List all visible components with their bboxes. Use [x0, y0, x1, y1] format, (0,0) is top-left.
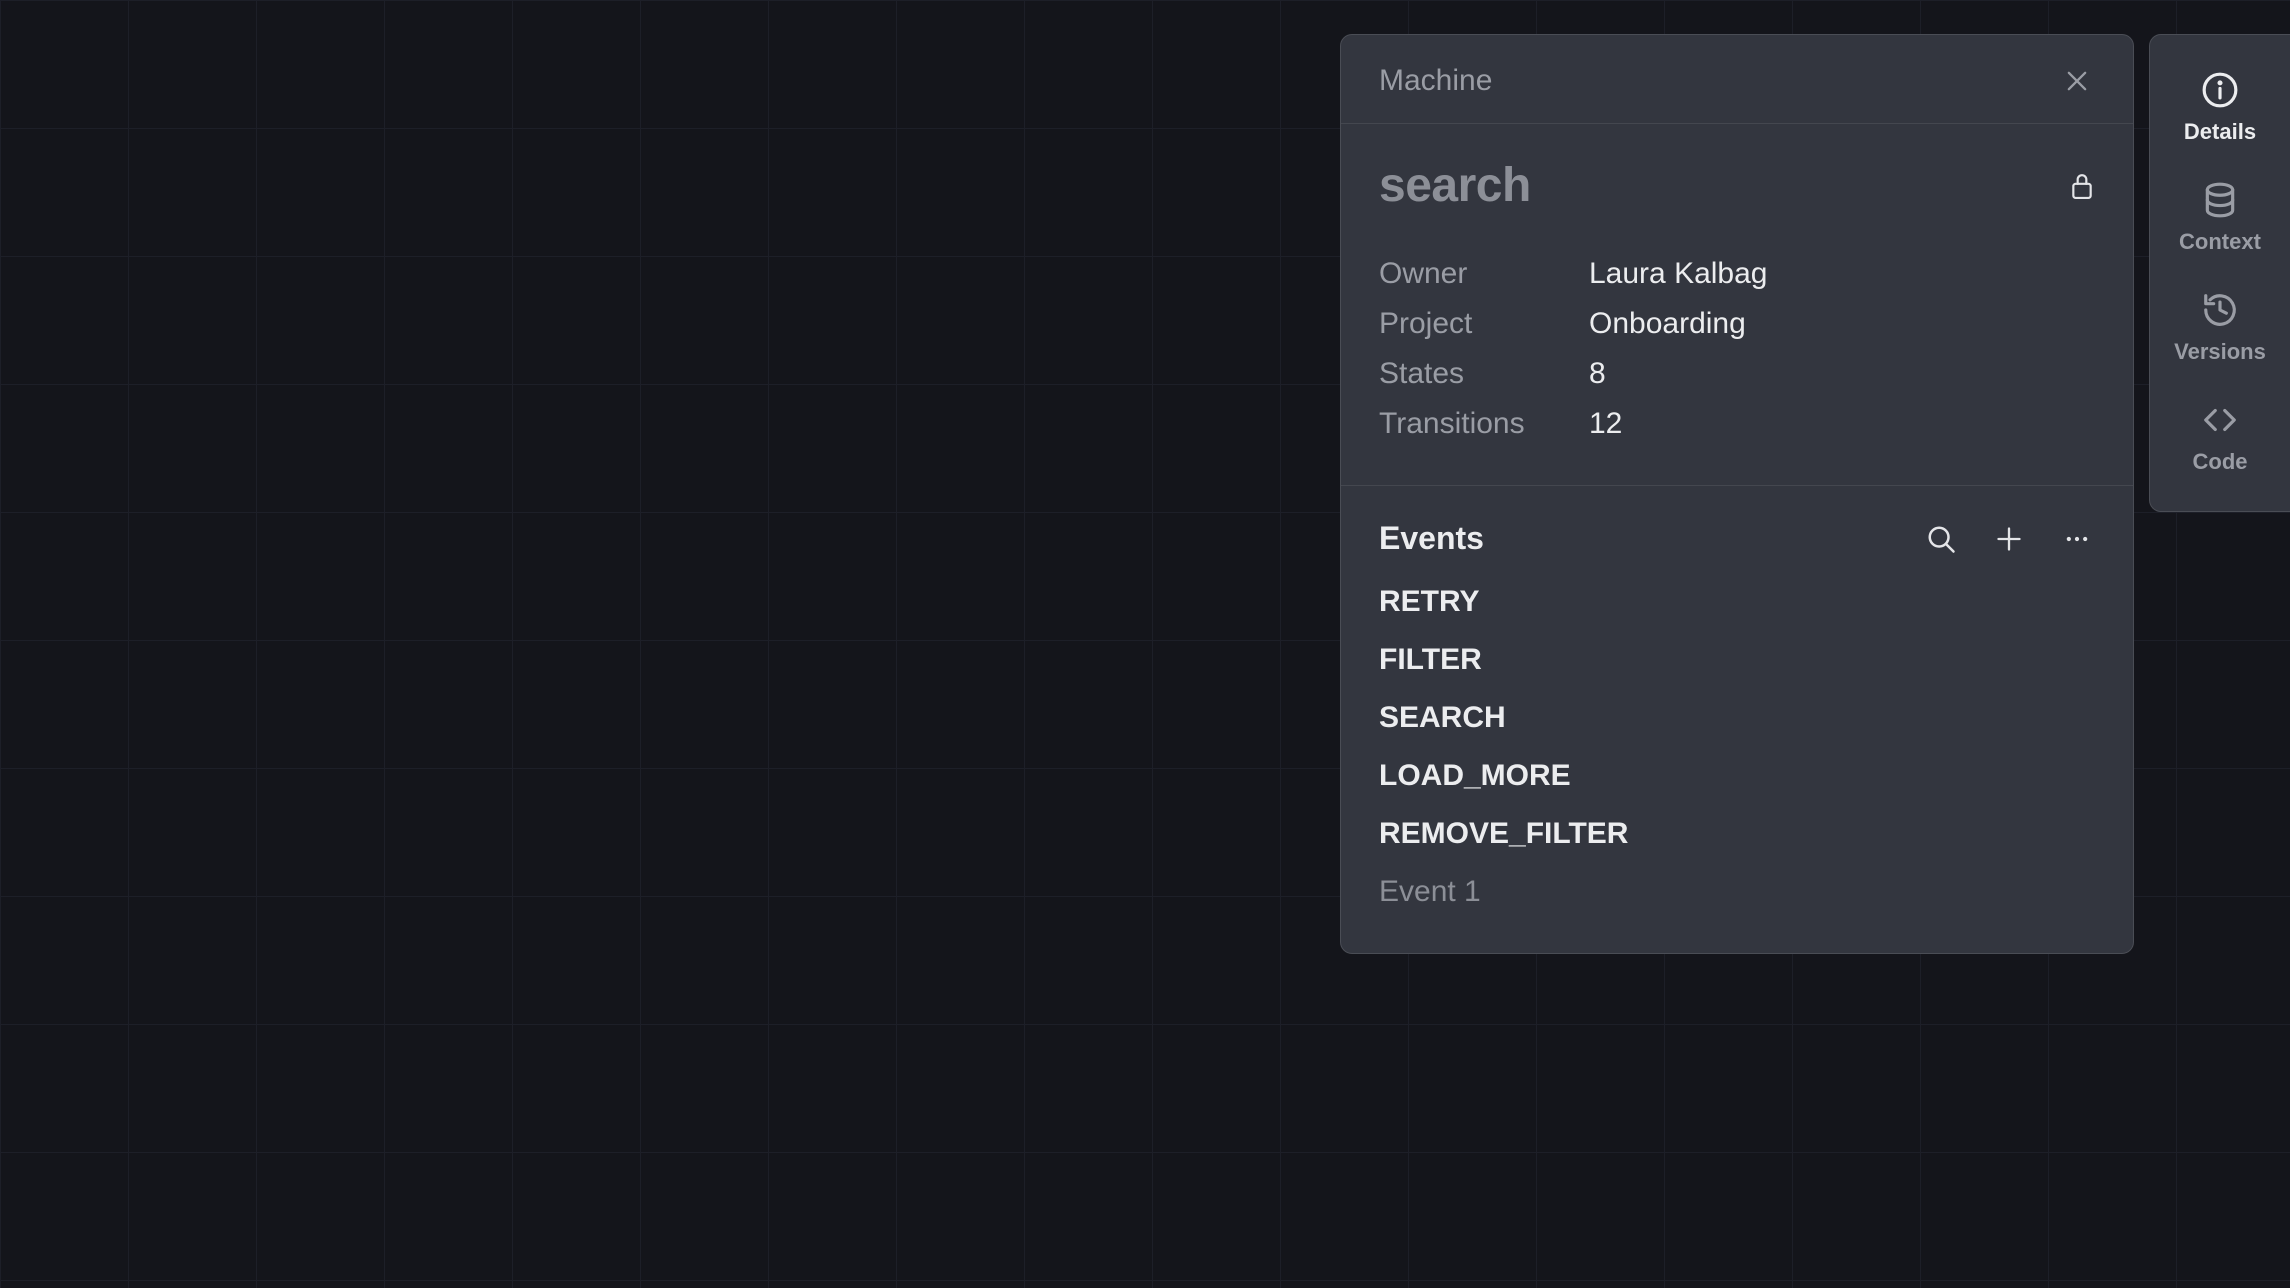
event-item[interactable]: FILTER: [1379, 643, 2095, 677]
info-icon: [2201, 71, 2239, 109]
transitions-value: 12: [1589, 407, 1622, 441]
states-label: States: [1379, 357, 1589, 391]
machine-name[interactable]: search: [1379, 158, 1531, 213]
events-more-button[interactable]: [2059, 521, 2095, 557]
new-event-input[interactable]: Event 1: [1379, 875, 2095, 909]
info-section: search Owner Laura Kalbag Project Onboar…: [1341, 124, 2133, 486]
states-value: 8: [1589, 357, 1606, 391]
transitions-label: Transitions: [1379, 407, 1589, 441]
tab-code[interactable]: Code: [2150, 383, 2290, 493]
history-icon: [2201, 291, 2239, 329]
database-icon: [2201, 181, 2239, 219]
event-list: RETRY FILTER SEARCH LOAD_MORE REMOVE_FIL…: [1379, 585, 2095, 909]
close-icon: [2063, 67, 2091, 95]
meta-row-project: Project Onboarding: [1379, 307, 2095, 341]
events-search-button[interactable]: [1923, 521, 1959, 557]
panel-header-title: Machine: [1379, 64, 1492, 98]
search-icon: [1926, 524, 1956, 554]
lock-icon: [2069, 170, 2095, 202]
panel-header: Machine: [1341, 35, 2133, 124]
owner-label: Owner: [1379, 257, 1589, 291]
code-icon: [2201, 401, 2239, 439]
events-section: Events: [1341, 486, 2133, 953]
tab-details-label: Details: [2184, 119, 2256, 145]
events-title: Events: [1379, 520, 1484, 557]
tab-context[interactable]: Context: [2150, 163, 2290, 273]
event-item[interactable]: LOAD_MORE: [1379, 759, 2095, 793]
meta-row-transitions: Transitions 12: [1379, 407, 2095, 441]
tab-versions-label: Versions: [2174, 339, 2266, 365]
owner-value[interactable]: Laura Kalbag: [1589, 257, 1767, 291]
events-header: Events: [1379, 520, 2095, 557]
tab-context-label: Context: [2179, 229, 2261, 255]
event-item[interactable]: SEARCH: [1379, 701, 2095, 735]
meta-row-states: States 8: [1379, 357, 2095, 391]
close-button[interactable]: [2059, 63, 2095, 99]
plus-icon: [1995, 525, 2023, 553]
events-actions: [1923, 521, 2095, 557]
events-add-button[interactable]: [1991, 521, 2027, 557]
project-value[interactable]: Onboarding: [1589, 307, 1746, 341]
tab-details[interactable]: Details: [2150, 53, 2290, 163]
event-item[interactable]: REMOVE_FILTER: [1379, 817, 2095, 851]
machine-name-row: search: [1379, 158, 2095, 213]
right-tab-rail: Details Context Versions Code: [2149, 34, 2290, 512]
more-horizontal-icon: [2063, 525, 2091, 553]
event-item[interactable]: RETRY: [1379, 585, 2095, 619]
project-label: Project: [1379, 307, 1589, 341]
meta-row-owner: Owner Laura Kalbag: [1379, 257, 2095, 291]
tab-versions[interactable]: Versions: [2150, 273, 2290, 383]
lock-button[interactable]: [2069, 170, 2095, 202]
tab-code-label: Code: [2193, 449, 2248, 475]
machine-details-panel: Machine search Owner Laura Kalbag Projec…: [1340, 34, 2134, 954]
